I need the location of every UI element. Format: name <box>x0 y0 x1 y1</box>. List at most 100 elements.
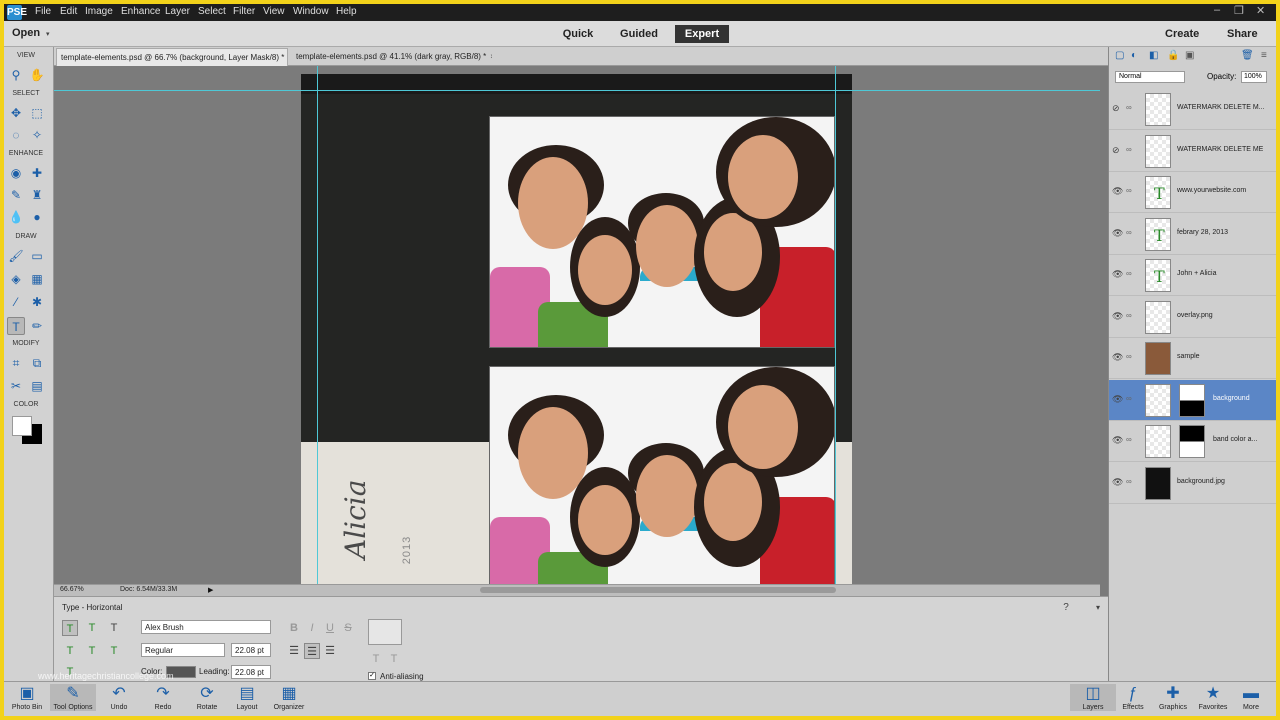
marquee-tool-icon[interactable]: ⬚ <box>28 104 46 122</box>
create-button[interactable]: Create <box>1165 28 1199 40</box>
add-mask-icon[interactable]: ◧ <box>1149 50 1158 61</box>
align-center-icon[interactable]: ☰ <box>304 643 320 659</box>
font-family-select[interactable]: Alex Brush <box>141 620 271 634</box>
menu-help[interactable]: Help <box>336 6 357 17</box>
lock-icon[interactable]: 🔒 <box>1167 50 1179 61</box>
mode-quick[interactable]: Quick <box>558 25 598 43</box>
undo-button[interactable]: ↶ Undo <box>96 684 142 711</box>
link-icon[interactable]: ∞ <box>1126 228 1132 237</box>
layer-row[interactable]: 👁 ∞ Tfebrary 28, 2013 <box>1109 214 1276 255</box>
document-canvas[interactable]: Alicia 2013 <box>301 74 852 584</box>
more-button[interactable]: ▬ More <box>1228 684 1274 711</box>
menu-layer[interactable]: Layer <box>165 6 190 17</box>
link-icon[interactable]: ∞ <box>1126 311 1132 320</box>
warp-text-icon[interactable]: T <box>368 651 384 667</box>
layer-row[interactable]: 👁 ∞ Twww.yourwebsite.com <box>1109 172 1276 213</box>
shape-tool-icon[interactable]: ✱ <box>28 293 46 311</box>
guide-vertical-right[interactable] <box>835 66 836 584</box>
pencil-tool-icon[interactable]: ✏ <box>28 317 46 335</box>
guide-vertical-left[interactable] <box>317 66 318 584</box>
align-left-icon[interactable]: ☰ <box>286 643 302 659</box>
vertical-year-text[interactable]: 2013 <box>401 536 413 564</box>
bold-button[interactable]: B <box>286 620 302 636</box>
layer-row[interactable]: 👁 ∞ T John + Alicia <box>1109 255 1276 296</box>
font-style-select[interactable]: Regular <box>141 643 225 657</box>
menu-file[interactable]: File <box>35 6 51 17</box>
link-icon[interactable]: ∞ <box>1126 435 1132 444</box>
lock-all-icon[interactable]: ▣ <box>1185 50 1194 61</box>
guide-horizontal[interactable] <box>54 90 1100 91</box>
link-icon[interactable]: ∞ <box>1126 103 1132 112</box>
horizontal-type-icon[interactable]: T <box>62 620 78 636</box>
leading-field[interactable]: 22.08 pt <box>231 665 271 679</box>
healing-tool-icon[interactable]: ✚ <box>28 164 46 182</box>
blend-mode-select[interactable]: Normal <box>1115 71 1185 83</box>
menu-image[interactable]: Image <box>85 6 113 17</box>
new-adjustment-icon[interactable]: ◐ <box>1131 50 1137 61</box>
minimize-icon[interactable]: – <box>1214 4 1220 16</box>
strikethrough-button[interactable]: S <box>340 620 356 636</box>
tool-options-button[interactable]: ✎ Tool Options <box>50 684 96 711</box>
tab-document-2[interactable]: template-elements.psd @ 41.1% (dark gray… <box>292 48 492 66</box>
mode-guided[interactable]: Guided <box>616 25 662 43</box>
layer-row[interactable]: 👁 ∞ sample <box>1109 338 1276 379</box>
photo-bin-button[interactable]: ▣ Photo Bin <box>4 684 50 711</box>
open-button[interactable]: Open <box>12 27 40 39</box>
eye-icon[interactable]: 👁 <box>1112 477 1123 488</box>
hand-tool-icon[interactable]: ✋ <box>28 66 46 84</box>
link-icon[interactable]: ∞ <box>1126 352 1132 361</box>
canvas-area[interactable]: Alicia 2013 <box>54 66 1100 584</box>
horizontal-mask-type-icon[interactable]: T <box>106 620 122 636</box>
share-button[interactable]: Share <box>1227 28 1258 40</box>
new-layer-icon[interactable]: ▢ <box>1115 50 1124 61</box>
text-on-shape-icon[interactable]: T <box>106 643 122 659</box>
anti-aliasing-checkbox[interactable]: ✓ <box>368 672 376 680</box>
zoom-level[interactable]: 66.67% <box>60 586 84 593</box>
paint-bucket-tool-icon[interactable]: ◈ <box>7 270 25 288</box>
help-icon[interactable]: ? <box>1058 600 1074 616</box>
straighten-tool-icon[interactable]: ✂ <box>7 377 25 395</box>
layout-button[interactable]: ▤ Layout <box>224 684 270 711</box>
link-icon[interactable]: ∞ <box>1126 394 1132 403</box>
italic-button[interactable]: I <box>304 620 320 636</box>
vertical-type-icon[interactable]: T <box>84 620 100 636</box>
text-style-picker[interactable] <box>368 619 402 645</box>
horizontal-scrollbar[interactable] <box>480 587 836 593</box>
organizer-button[interactable]: ▦ Organizer <box>266 684 312 711</box>
close-icon[interactable]: ✕ <box>1256 4 1265 17</box>
eye-icon[interactable]: 👁 <box>1112 394 1123 405</box>
content-move-tool-icon[interactable]: ▤ <box>28 377 46 395</box>
foreground-color-swatch[interactable] <box>12 416 32 436</box>
layer-row[interactable]: 👁 ∞ band color a... <box>1109 421 1276 462</box>
sponge-tool-icon[interactable]: ● <box>28 208 46 226</box>
smart-brush-tool-icon[interactable]: ✎ <box>7 186 25 204</box>
layer-row[interactable]: ⊘ ∞ WATERMARK DELETE M... <box>1109 89 1276 130</box>
lasso-tool-icon[interactable]: ◌ <box>7 126 25 144</box>
zoom-tool-icon[interactable]: ⚲ <box>7 66 25 84</box>
layer-row[interactable]: 👁 ∞ overlay.png <box>1109 297 1276 338</box>
menu-window[interactable]: Window <box>293 6 329 17</box>
tab-document-1[interactable]: template-elements.psd @ 66.7% (backgroun… <box>56 48 288 66</box>
underline-button[interactable]: U <box>322 620 338 636</box>
layer-mask-thumbnail[interactable] <box>1179 425 1205 458</box>
eraser-tool-icon[interactable]: ▭ <box>28 247 46 265</box>
layer-mask-thumbnail[interactable] <box>1179 383 1205 417</box>
link-icon[interactable]: ∞ <box>1126 186 1132 195</box>
crop-tool-icon[interactable]: ⌗ <box>7 354 25 372</box>
panel-menu-icon[interactable]: ▾ <box>1090 600 1106 616</box>
font-size-field[interactable]: 22.08 pt <box>231 643 271 657</box>
move-tool-icon[interactable]: ✥ <box>7 104 25 122</box>
panel-options-icon[interactable]: ≡ <box>1261 50 1267 61</box>
layer-row[interactable]: 👁 ∞ background.jpg <box>1109 463 1276 504</box>
menu-view[interactable]: View <box>263 6 285 17</box>
menu-select[interactable]: Select <box>198 6 226 17</box>
vertical-mask-type-icon[interactable]: T <box>62 643 78 659</box>
link-icon[interactable]: ∞ <box>1126 269 1132 278</box>
eyedropper-tool-icon[interactable]: ⁄ <box>7 293 25 311</box>
layer-row[interactable]: ⊘ ∞ WATERMARK DELETE ME <box>1109 131 1276 172</box>
menu-edit[interactable]: Edit <box>60 6 77 17</box>
layer-row[interactable]: 👁 ∞ background <box>1109 379 1276 421</box>
quick-select-tool-icon[interactable]: ✧ <box>28 126 46 144</box>
hidden-eye-icon[interactable]: ⊘ <box>1112 103 1120 114</box>
eye-icon[interactable]: 👁 <box>1112 435 1123 446</box>
